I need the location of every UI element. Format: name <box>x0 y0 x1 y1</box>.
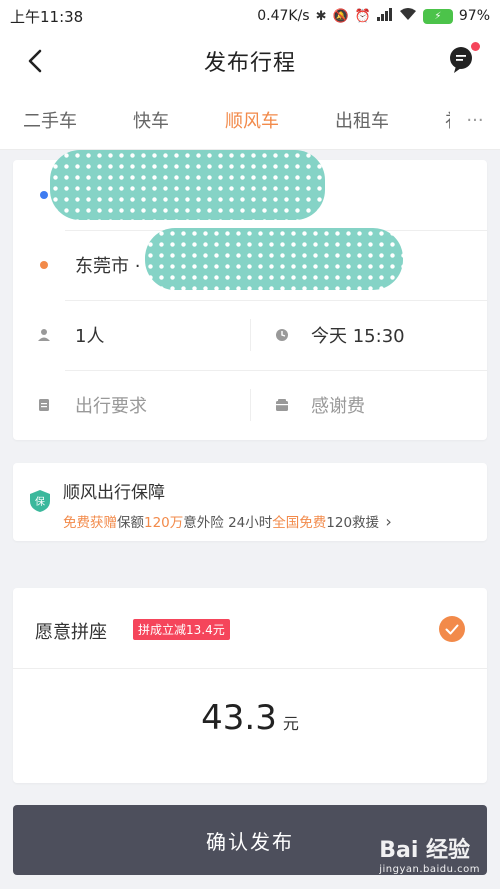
chevron-right-icon: › <box>385 512 392 531</box>
status-indicators: 0.47K/s ✱ 🔕 ⏰ ⚡ 97% <box>257 7 490 25</box>
tab-used-car[interactable]: 二手车 <box>23 107 77 133</box>
insurance-text: 120救援 <box>326 515 380 531</box>
start-dot <box>40 191 48 199</box>
baidu-watermark: Bai 经验 jingyan.baidu.com <box>379 832 480 875</box>
insurance-highlight: 免费获赠 <box>63 515 117 531</box>
top-header: 发布行程 <box>0 32 500 90</box>
insurance-description: 免费获赠保额120万意外险 24小时全国免费120救援 › <box>63 511 392 531</box>
insurance-highlight: 全国免费 <box>272 515 327 531</box>
requirements-placeholder: 出行要求 <box>75 396 147 417</box>
price-unit: 元 <box>282 714 299 733</box>
carpool-label: 愿意拼座 <box>35 622 107 643</box>
tab-express[interactable]: 快车 <box>133 107 169 133</box>
note-icon <box>39 399 49 411</box>
bluetooth-icon: ✱ <box>315 8 327 24</box>
thanks-fee-field[interactable]: 感谢费 <box>251 370 487 440</box>
tab-taxi[interactable]: 出租车 <box>335 107 389 133</box>
passenger-count: 1人 <box>75 326 105 347</box>
carpool-checkbox[interactable] <box>439 616 465 642</box>
redaction-overlay <box>145 228 403 290</box>
shield-icon: 保 <box>30 490 50 512</box>
unread-dot <box>471 42 480 51</box>
alarm-icon: ⏰ <box>354 8 371 24</box>
status-bar: 上午11:38 0.47K/s ✱ 🔕 ⏰ ⚡ 97% <box>0 0 500 32</box>
watermark-logo: Bai 经验 <box>379 838 471 863</box>
thanks-fee-placeholder: 感谢费 <box>311 396 365 417</box>
check-icon <box>445 624 459 634</box>
shield-label: 保 <box>35 495 45 508</box>
person-icon <box>38 329 50 341</box>
carpool-card: 愿意拼座 拼成立减13.4元 43.3 元 <box>13 588 487 783</box>
status-time: 上午11:38 <box>10 7 84 26</box>
departure-time-field[interactable]: 今天 15:30 <box>251 300 487 370</box>
wifi-icon <box>399 7 417 25</box>
departure-time: 今天 15:30 <box>311 326 405 347</box>
insurance-card[interactable]: 保 顺风出行保障 免费获赠保额120万意外险 24小时全国免费120救援 › <box>13 463 487 541</box>
battery-icon: ⚡ <box>422 8 453 24</box>
chevron-left-icon <box>28 49 42 73</box>
insurance-title: 顺风出行保障 <box>63 483 165 503</box>
requirements-field[interactable]: 出行要求 <box>13 370 250 440</box>
tab-carpool[interactable]: 顺风车 <box>225 107 279 133</box>
watermark-url: jingyan.baidu.com <box>379 864 480 875</box>
price-value: 43.3 <box>201 698 277 738</box>
signal-icon <box>376 7 393 25</box>
redaction-overlay <box>50 150 325 220</box>
ellipsis-icon: ··· <box>466 109 484 131</box>
passenger-count-field[interactable]: 1人 <box>13 300 250 370</box>
insurance-text: 保额 <box>117 515 144 531</box>
end-dot <box>40 261 48 269</box>
back-button[interactable] <box>18 44 52 78</box>
wallet-icon <box>276 399 288 411</box>
network-speed: 0.47K/s <box>257 8 310 24</box>
page-title: 发布行程 <box>203 51 296 76</box>
service-tabs: 二手车 快车 顺风车 出租车 礼 ··· <box>0 90 500 150</box>
message-button[interactable] <box>448 42 480 76</box>
end-location-text: 东莞市 · <box>75 256 141 277</box>
promo-badge: 拼成立减13.4元 <box>133 619 230 640</box>
message-icon <box>450 47 472 73</box>
more-tabs-button[interactable]: ··· <box>450 90 500 149</box>
divider <box>13 668 487 669</box>
clock-icon <box>276 329 288 341</box>
insurance-highlight: 120万 <box>144 515 184 531</box>
mute-icon: 🔕 <box>332 8 349 24</box>
battery-level: 97% <box>458 8 490 24</box>
insurance-text: 意外险 24小时 <box>183 515 273 531</box>
price-display: 43.3 元 <box>13 698 487 738</box>
